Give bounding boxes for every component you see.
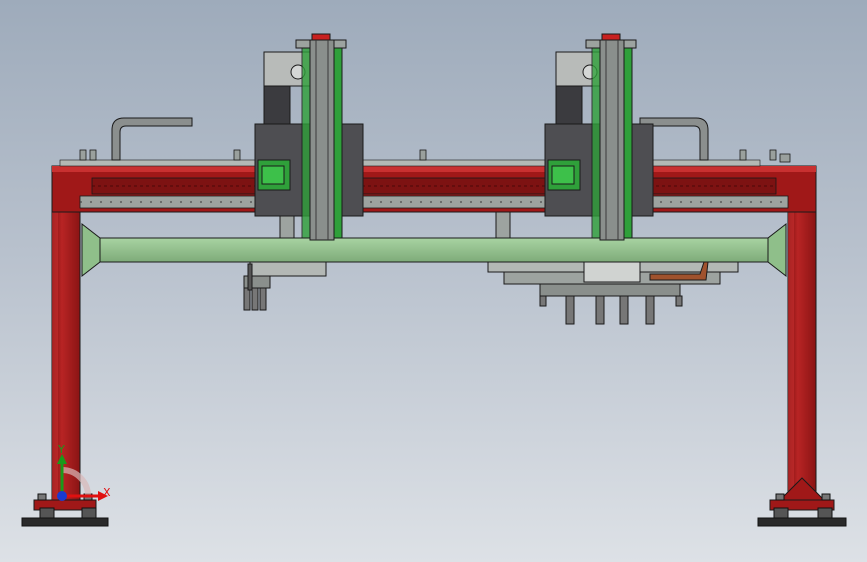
triad-y-label: Y — [58, 443, 65, 456]
gantry-robot-model[interactable] — [0, 0, 867, 562]
gripper-tool-right[interactable] — [487, 261, 739, 325]
gripper-tool-left[interactable] — [243, 261, 327, 311]
top-frame-beam[interactable] — [51, 159, 817, 213]
z-axis-carriage-right[interactable] — [544, 33, 654, 241]
cable-guide-left — [111, 117, 193, 161]
triad-x-label: X — [103, 486, 111, 499]
right-support-post[interactable] — [757, 167, 847, 527]
cad-graphics-viewport[interactable]: X Y — [0, 0, 867, 562]
z-axis-carriage-left[interactable] — [254, 33, 364, 241]
